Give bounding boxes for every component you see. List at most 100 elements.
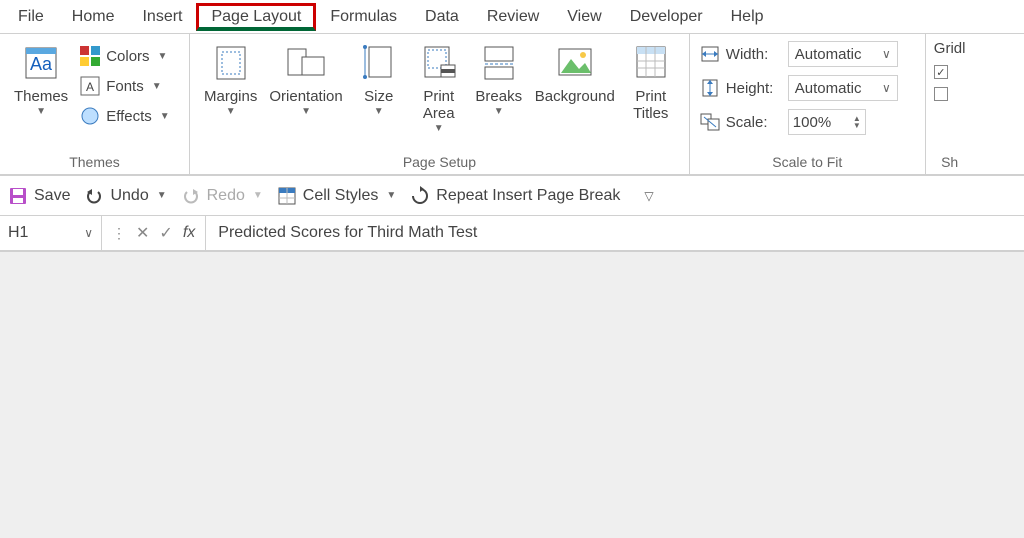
redo-label: Redo — [207, 187, 245, 205]
tab-file[interactable]: File — [4, 4, 58, 30]
tab-help[interactable]: Help — [717, 4, 778, 30]
worksheet-area[interactable] — [0, 252, 1024, 538]
background-button[interactable]: Background — [529, 38, 621, 107]
tab-data[interactable]: Data — [411, 4, 473, 30]
colors-label: Colors — [106, 48, 149, 65]
chevron-down-icon: ∨ — [882, 47, 891, 61]
save-icon — [8, 186, 28, 206]
breaks-button[interactable]: Breaks▼ — [469, 38, 529, 119]
group-themes: Aa Themes ▼ Colors▼ A Fonts▼ Effects▼ — [0, 34, 190, 174]
tab-review[interactable]: Review — [473, 4, 553, 30]
fx-icon[interactable]: fx — [183, 224, 195, 242]
cell-styles-icon — [277, 186, 297, 206]
height-icon — [700, 79, 720, 97]
print-titles-icon — [631, 40, 671, 86]
size-label: Size — [364, 88, 393, 105]
undo-icon — [84, 186, 104, 206]
print-area-button[interactable]: Print Area▼ — [409, 38, 469, 136]
cell-styles-label: Cell Styles — [303, 187, 379, 205]
chevron-down-icon: ∨ — [882, 81, 891, 95]
formula-options-icon[interactable]: ⋮ — [112, 225, 126, 242]
fonts-button[interactable]: A Fonts▼ — [78, 72, 172, 100]
gridlines-view-checkbox[interactable]: ✓ — [934, 65, 966, 79]
name-box[interactable]: H1 ∨ — [0, 216, 102, 250]
group-scale-to-fit: Width: Automatic∨ Height: Automatic∨ Sca… — [690, 34, 926, 174]
size-icon — [359, 40, 399, 86]
effects-button[interactable]: Effects▼ — [78, 102, 172, 130]
themes-button[interactable]: Aa Themes ▼ — [8, 38, 74, 119]
margins-icon — [211, 40, 251, 86]
undo-button[interactable]: Undo▼ — [84, 186, 166, 206]
height-row: Height: Automatic∨ — [698, 74, 900, 102]
breaks-label: Breaks — [475, 88, 522, 105]
cancel-icon[interactable]: ✕ — [136, 223, 149, 243]
undo-label: Undo — [110, 187, 148, 205]
repeat-button[interactable]: Repeat Insert Page Break — [410, 186, 620, 206]
spinner-arrows-icon: ▲▼ — [853, 115, 861, 129]
svg-text:A: A — [86, 80, 94, 94]
formula-input[interactable]: Predicted Scores for Third Math Test — [206, 224, 1024, 242]
fonts-label: Fonts — [106, 78, 144, 95]
enter-icon[interactable]: ✓ — [159, 223, 172, 243]
customize-icon: ▽ — [644, 189, 653, 203]
tab-view[interactable]: View — [553, 4, 615, 30]
formula-bar: H1 ∨ ⋮ ✕ ✓ fx Predicted Scores for Third… — [0, 216, 1024, 252]
group-title-sheet: Sh — [934, 152, 966, 174]
print-area-label: Print Area — [423, 88, 455, 122]
scale-row: Scale: 100%▲▼ — [698, 108, 900, 136]
width-label: Width: — [726, 46, 782, 63]
menu-tabs: File Home Insert Page Layout Formulas Da… — [0, 0, 1024, 34]
background-label: Background — [535, 88, 615, 105]
tab-developer[interactable]: Developer — [616, 4, 717, 30]
repeat-label: Repeat Insert Page Break — [436, 187, 620, 205]
height-label: Height: — [726, 80, 782, 97]
size-button[interactable]: Size▼ — [349, 38, 409, 119]
effects-icon — [80, 106, 100, 126]
tab-page-layout[interactable]: Page Layout — [196, 3, 316, 31]
orientation-icon — [284, 40, 328, 86]
chevron-down-icon: ▼ — [36, 106, 46, 117]
group-title-themes: Themes — [8, 152, 181, 174]
width-row: Width: Automatic∨ — [698, 40, 900, 68]
margins-label: Margins — [204, 88, 257, 105]
formula-content: Predicted Scores for Third Math Test — [218, 224, 477, 241]
repeat-icon — [410, 186, 430, 206]
print-area-icon — [419, 40, 459, 86]
width-combo[interactable]: Automatic∨ — [788, 41, 898, 67]
gridlines-label: Gridl — [934, 40, 966, 57]
group-sheet-options: Gridl ✓ Sh — [926, 34, 974, 174]
tab-formulas[interactable]: Formulas — [316, 4, 411, 30]
scale-label: Scale: — [726, 114, 782, 131]
chevron-down-icon: ∨ — [84, 226, 93, 240]
orientation-button[interactable]: Orientation▼ — [263, 38, 348, 119]
save-label: Save — [34, 187, 70, 205]
group-title-scale: Scale to Fit — [698, 152, 917, 174]
themes-icon: Aa — [21, 40, 61, 86]
redo-button[interactable]: Redo▼ — [181, 186, 263, 206]
orientation-label: Orientation — [269, 88, 342, 105]
group-title-page-setup: Page Setup — [198, 152, 681, 174]
group-page-setup: Margins▼ Orientation▼ Size▼ Print Area▼ … — [190, 34, 690, 174]
ribbon: Aa Themes ▼ Colors▼ A Fonts▼ Effects▼ — [0, 34, 1024, 176]
quick-access-toolbar: Save Undo▼ Redo▼ Cell Styles▼ Repeat Ins… — [0, 176, 1024, 216]
themes-label: Themes — [14, 88, 68, 105]
margins-button[interactable]: Margins▼ — [198, 38, 263, 119]
height-combo[interactable]: Automatic∨ — [788, 75, 898, 101]
formula-tools: ⋮ ✕ ✓ fx — [102, 216, 206, 250]
effects-label: Effects — [106, 108, 152, 125]
fonts-icon: A — [80, 76, 100, 96]
cell-reference: H1 — [8, 224, 28, 242]
cell-styles-button[interactable]: Cell Styles▼ — [277, 186, 396, 206]
qat-customize-button[interactable]: ▽ — [644, 189, 653, 203]
print-titles-button[interactable]: Print Titles — [621, 38, 681, 124]
width-icon — [700, 45, 720, 63]
svg-text:Aa: Aa — [30, 54, 53, 74]
gridlines-print-checkbox[interactable] — [934, 87, 966, 101]
tab-home[interactable]: Home — [58, 4, 129, 30]
scale-spinner[interactable]: 100%▲▼ — [788, 109, 866, 135]
background-icon — [555, 40, 595, 86]
save-button[interactable]: Save — [8, 186, 70, 206]
colors-button[interactable]: Colors▼ — [78, 42, 172, 70]
breaks-icon — [479, 40, 519, 86]
tab-insert[interactable]: Insert — [128, 4, 196, 30]
